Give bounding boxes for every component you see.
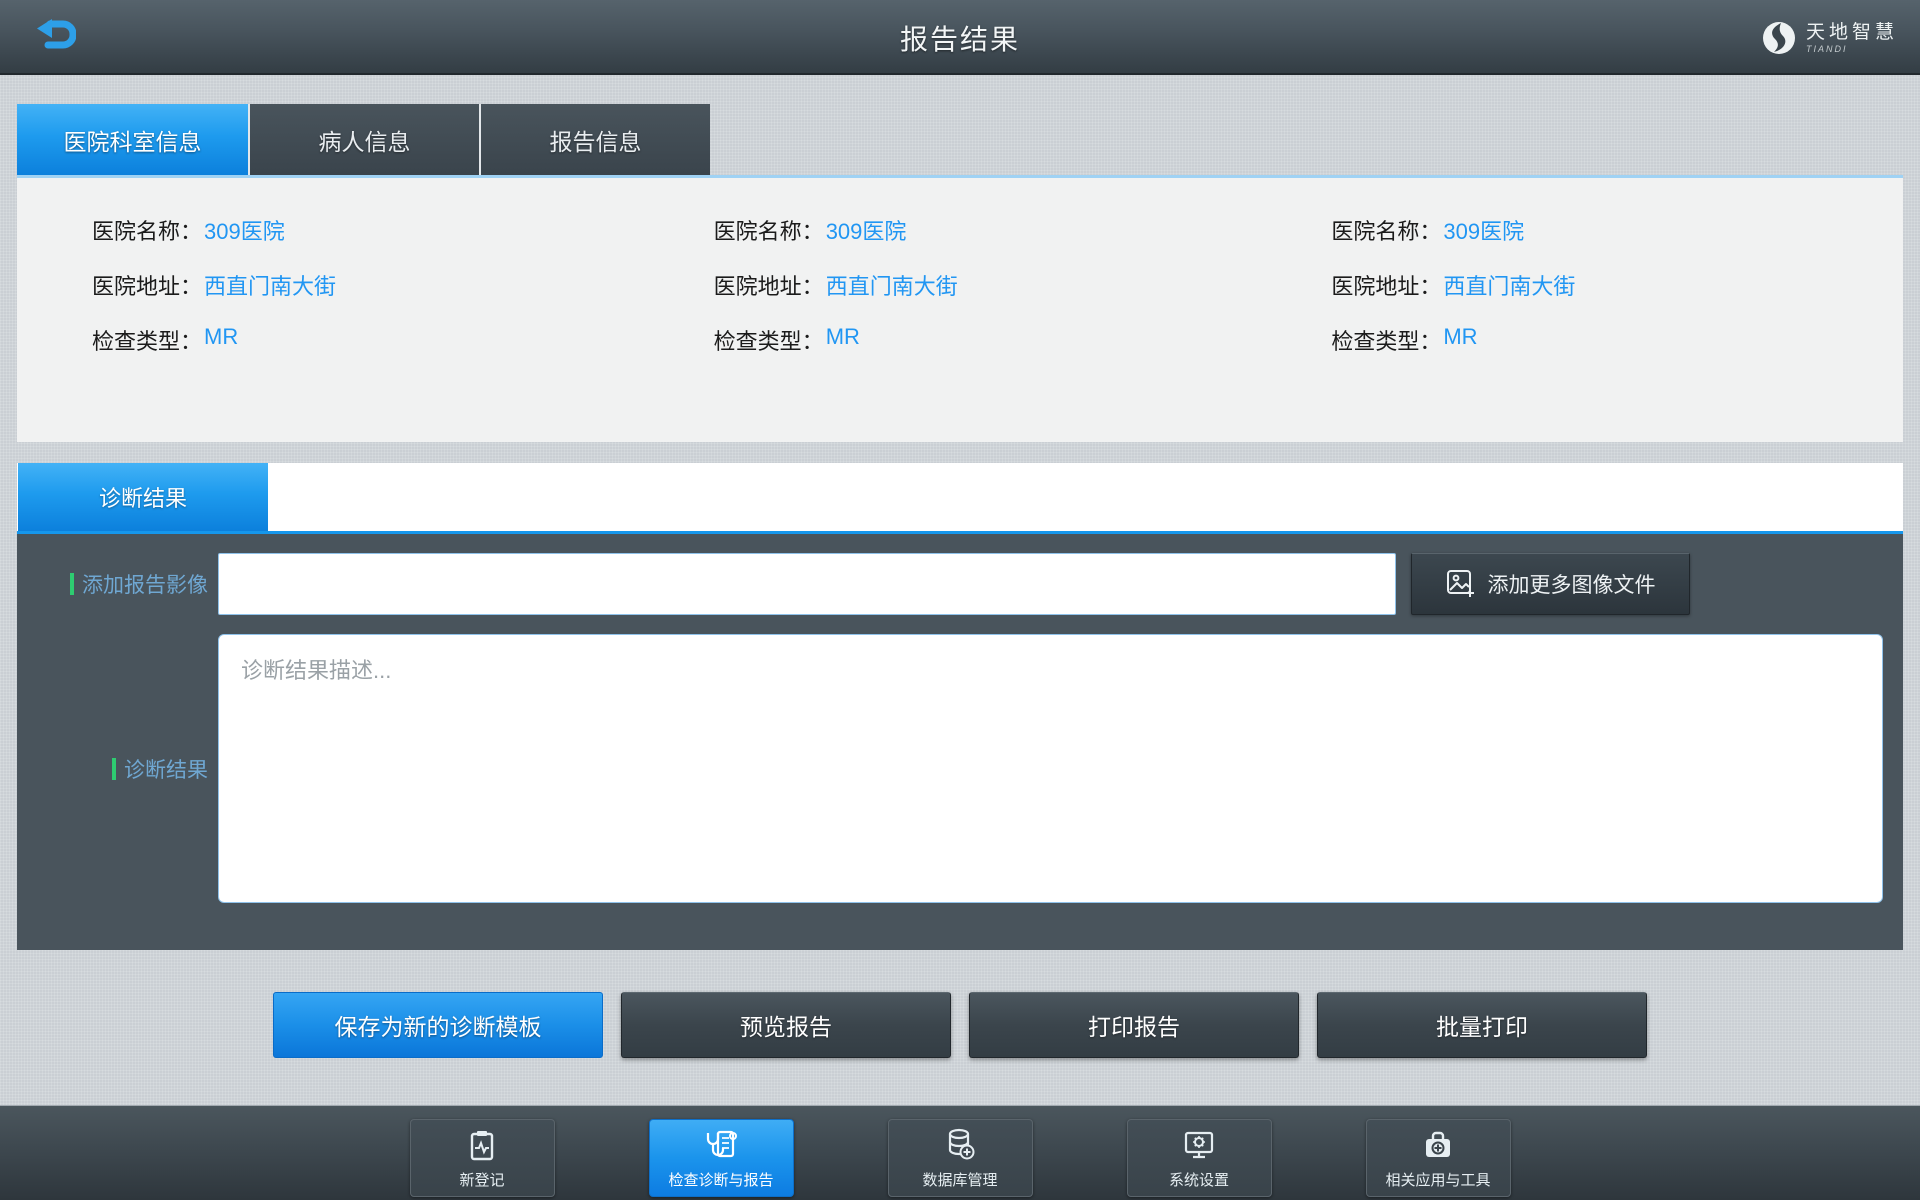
nav-new-registration[interactable]: 新登记: [409, 1119, 555, 1197]
field-label: 检查类型：: [1331, 329, 1442, 354]
field-value: MR: [1443, 324, 1478, 349]
nav-label: 系统设置: [1168, 1171, 1229, 1189]
info-field: 医院名称： 309医院: [92, 214, 664, 269]
info-column: 医院名称： 309医院 医院地址： 西直门南大街 检查类型： MR: [664, 214, 1286, 442]
nav-exam-diagnosis-report[interactable]: 检查诊断与报告: [648, 1119, 794, 1197]
green-accent-bar: [112, 757, 116, 780]
report-image-label: 添加报告影像: [82, 574, 208, 597]
stethoscope-report-icon: [704, 1127, 738, 1163]
action-buttons-row: 保存为新的诊断模板 预览报告 打印报告 批量打印: [0, 992, 1920, 1058]
field-label: 检查类型：: [713, 329, 824, 354]
print-report-button[interactable]: 打印报告: [969, 992, 1299, 1058]
database-add-icon: [943, 1127, 977, 1163]
logo-text: 天地智慧: [1805, 21, 1898, 43]
save-as-template-button[interactable]: 保存为新的诊断模板: [273, 992, 603, 1058]
batch-print-button[interactable]: 批量打印: [1317, 992, 1647, 1058]
tab-hospital-department-info[interactable]: 医院科室信息: [17, 104, 248, 175]
bottom-nav-bar: 新登记 检查诊断与报告 数据库管理 系统设置 相关应用与工具: [0, 1105, 1920, 1200]
field-label: 医院地址：: [1331, 274, 1442, 299]
add-more-images-label: 添加更多图像文件: [1487, 574, 1656, 597]
field-value: 309医院: [1443, 219, 1525, 244]
field-value: MR: [825, 324, 860, 349]
toolbox-add-icon: [1421, 1127, 1455, 1163]
info-field: 检查类型： MR: [1331, 324, 1903, 379]
info-field: 医院名称： 309医院: [1331, 214, 1903, 269]
field-label: 医院名称：: [92, 219, 203, 244]
field-label: 医院地址：: [713, 274, 824, 299]
diagnosis-result-row: 诊断结果: [17, 634, 1903, 903]
nav-label: 新登记: [459, 1171, 505, 1189]
info-field: 医院地址： 西直门南大街: [92, 269, 664, 324]
diagnosis-result-textarea[interactable]: [218, 634, 1883, 903]
field-value: 西直门南大街: [825, 274, 958, 299]
info-field: 检查类型： MR: [714, 324, 1286, 379]
diagnosis-form-panel: 添加报告影像 添加更多图像文件 诊断结果: [17, 534, 1903, 950]
field-value: 309医院: [204, 219, 285, 244]
field-label: 医院地址：: [92, 274, 203, 299]
nav-related-apps-tools[interactable]: 相关应用与工具: [1365, 1119, 1511, 1197]
hospital-info-panel: 医院名称： 309医院 医院地址： 西直门南大街 检查类型： MR 医院名称： …: [17, 178, 1903, 442]
report-image-row: 添加报告影像 添加更多图像文件: [17, 553, 1903, 615]
info-tabs: 医院科室信息 病人信息 报告信息: [17, 104, 710, 175]
info-field: 检查类型： MR: [92, 324, 664, 379]
field-label: 医院名称：: [713, 219, 824, 244]
page-title: 报告结果: [899, 23, 1020, 55]
info-field: 医院地址： 西直门南大街: [1331, 269, 1903, 324]
tab-patient-info[interactable]: 病人信息: [248, 104, 479, 175]
info-field: 医院名称： 309医院: [714, 214, 1286, 269]
info-column: 医院名称： 309医院 医院地址： 西直门南大街 检查类型： MR: [1285, 214, 1903, 442]
nav-system-settings[interactable]: 系统设置: [1126, 1119, 1272, 1197]
add-image-icon: [1446, 569, 1476, 599]
brand-logo: 天地智慧 TIANDI: [1761, 18, 1898, 58]
diagnosis-tab-bar: 诊断结果: [17, 463, 1903, 534]
logo-subtext: TIANDI: [1805, 43, 1848, 54]
top-bar: 报告结果 天地智慧 TIANDI: [0, 0, 1920, 75]
diagnosis-result-label: 诊断结果: [124, 758, 208, 782]
info-column: 医院名称： 309医院 医院地址： 西直门南大街 检查类型： MR: [17, 214, 664, 442]
add-more-images-button[interactable]: 添加更多图像文件: [1411, 553, 1690, 615]
nav-label: 数据库管理: [922, 1171, 998, 1189]
nav-database-management[interactable]: 数据库管理: [887, 1119, 1033, 1197]
field-value: 西直门南大街: [204, 274, 337, 299]
nav-label: 检查诊断与报告: [668, 1171, 774, 1189]
preview-report-button[interactable]: 预览报告: [621, 992, 951, 1058]
tab-report-info[interactable]: 报告信息: [479, 104, 710, 175]
monitor-settings-icon: [1182, 1127, 1216, 1163]
tab-diagnosis-result[interactable]: 诊断结果: [18, 463, 268, 531]
field-label: 检查类型：: [92, 329, 203, 354]
field-value: MR: [204, 324, 239, 349]
field-value: 309医院: [825, 219, 907, 244]
clipboard-ecg-icon: [465, 1127, 499, 1163]
field-label: 医院名称：: [1331, 219, 1442, 244]
info-field: 医院地址： 西直门南大街: [714, 269, 1286, 324]
report-image-input[interactable]: [218, 553, 1396, 615]
nav-label: 相关应用与工具: [1385, 1171, 1491, 1189]
logo-flame-icon: [1761, 20, 1797, 56]
green-accent-bar: [70, 573, 74, 595]
field-value: 西直门南大街: [1443, 274, 1576, 299]
